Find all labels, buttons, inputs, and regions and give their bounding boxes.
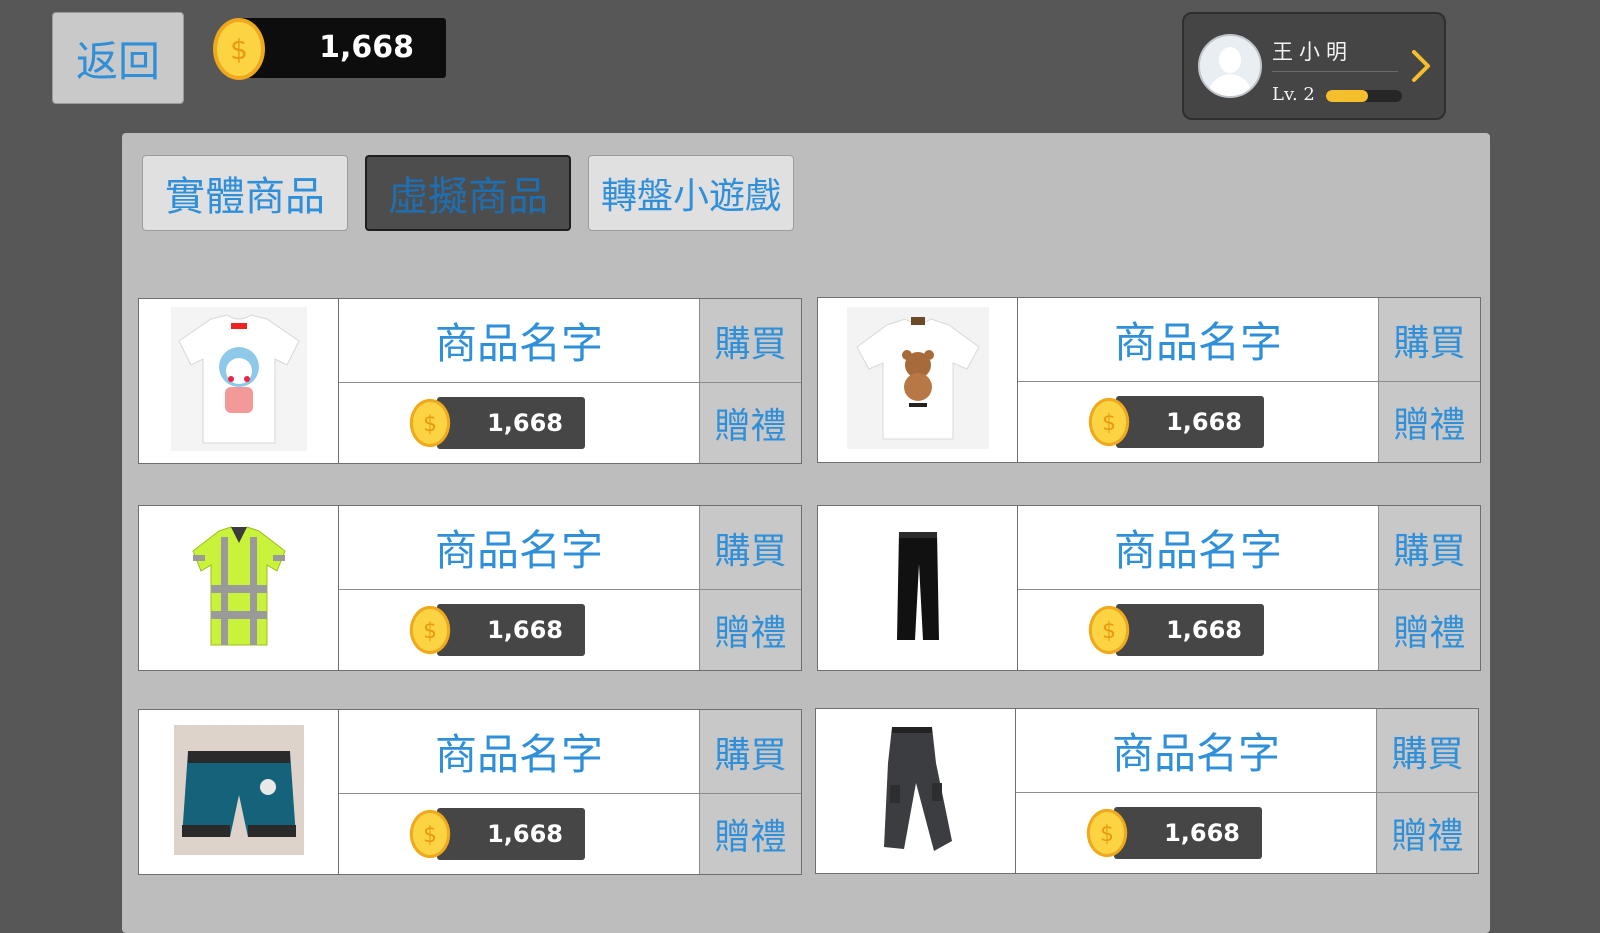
price-value: 1,668 [1166, 408, 1242, 436]
product-price: $1,668 [1018, 590, 1378, 672]
avatar [1198, 34, 1262, 98]
product-image [818, 506, 1018, 670]
coin-icon: $ [213, 18, 265, 80]
hi-vis-polo-shirt-icon [189, 521, 289, 655]
product-image [816, 709, 1016, 873]
gift-button[interactable]: 贈禮 [699, 590, 801, 670]
tab-physical-goods[interactable]: 實體商品 [142, 155, 348, 231]
white-tshirt-teddy-bear-icon [846, 307, 989, 453]
product-card: 商品名字 $1,668 購買 贈禮 [138, 709, 802, 875]
product-image [139, 710, 339, 874]
profile-divider [1272, 71, 1398, 72]
gift-button[interactable]: 贈禮 [1378, 590, 1480, 670]
price-value: 1,668 [1166, 616, 1242, 644]
buy-button[interactable]: 購買 [699, 506, 801, 590]
buy-button[interactable]: 購買 [1378, 298, 1480, 382]
gift-button[interactable]: 贈禮 [1376, 793, 1478, 873]
product-price: $1,668 [1018, 382, 1378, 464]
product-price: $1,668 [339, 794, 699, 876]
price-value: 1,668 [487, 616, 563, 644]
price-value: 1,668 [487, 820, 563, 848]
user-silhouette-icon [1208, 47, 1252, 96]
product-price: $1,668 [339, 590, 699, 672]
product-card: 商品名字 $1,668 購買 贈禮 [817, 297, 1481, 463]
tab-wheel-minigame[interactable]: 轉盤小遊戲 [588, 155, 794, 231]
product-name: 商品名字 [339, 710, 699, 794]
profile-card[interactable]: 王小明 Lv. 2 [1182, 12, 1446, 120]
black-trousers-icon [893, 530, 943, 646]
buy-button[interactable]: 購買 [1378, 506, 1480, 590]
price-value: 1,668 [1164, 819, 1240, 847]
product-image [139, 299, 339, 463]
buy-button[interactable]: 購買 [1376, 709, 1478, 793]
gift-button[interactable]: 贈禮 [1378, 382, 1480, 462]
product-card: 商品名字 $1,668 購買 贈禮 [815, 708, 1479, 874]
teal-shorts-icon [173, 725, 304, 859]
shop-panel: 實體商品 虛擬商品 轉盤小遊戲 商品名字 $1,668 購買 贈禮 商品名字 $1,668… [122, 133, 1490, 933]
product-image [818, 298, 1018, 462]
product-name: 商品名字 [1018, 298, 1378, 382]
white-tshirt-doraemon-icon [170, 307, 307, 455]
gift-button[interactable]: 贈禮 [699, 383, 801, 463]
svg-text:$: $ [423, 619, 437, 644]
product-price: $1,668 [1016, 793, 1376, 875]
product-name: 商品名字 [1016, 709, 1376, 793]
coin-balance-value: 1,668 [319, 30, 414, 65]
product-name: 商品名字 [339, 299, 699, 383]
svg-text:$: $ [423, 412, 437, 437]
product-card: 商品名字 $1,668 購買 贈禮 [817, 505, 1481, 671]
gray-cargo-pants-icon [876, 723, 956, 859]
product-price: $1,668 [339, 383, 699, 465]
xp-bar [1326, 90, 1402, 102]
product-image [139, 506, 339, 670]
price-value: 1,668 [487, 409, 563, 437]
svg-text:$: $ [230, 33, 248, 66]
svg-text:$: $ [1102, 619, 1116, 644]
xp-bar-fill [1326, 90, 1368, 102]
player-name: 王小明 [1272, 40, 1353, 64]
gift-button[interactable]: 贈禮 [699, 794, 801, 874]
svg-text:$: $ [1102, 411, 1116, 436]
chevron-right-icon[interactable] [1410, 48, 1432, 84]
product-name: 商品名字 [1018, 506, 1378, 590]
back-button[interactable]: 返回 [52, 12, 184, 104]
svg-text:$: $ [423, 823, 437, 848]
player-level: Lv. 2 [1272, 84, 1315, 105]
tab-virtual-goods[interactable]: 虛擬商品 [365, 155, 571, 231]
svg-text:$: $ [1100, 822, 1114, 847]
coin-balance: $ 1,668 [212, 17, 446, 80]
product-card: 商品名字 $1,668 購買 贈禮 [138, 298, 802, 464]
buy-button[interactable]: 購買 [699, 710, 801, 794]
product-card: 商品名字 $1,668 購買 贈禮 [138, 505, 802, 671]
product-name: 商品名字 [339, 506, 699, 590]
buy-button[interactable]: 購買 [699, 299, 801, 383]
